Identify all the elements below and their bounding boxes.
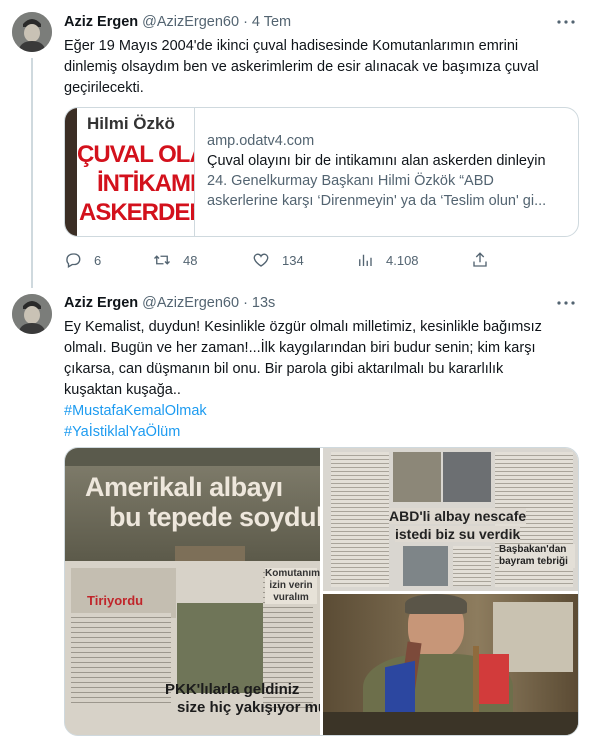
timestamp[interactable]: 4 Tem: [252, 14, 291, 30]
retweet-count: 48: [183, 252, 198, 268]
caption: Tiriyordu: [87, 593, 144, 608]
share-button[interactable]: [471, 251, 489, 269]
card-thumbnail: Hilmi Özkö ÇUVAL OLAY İNTİKAMI ASKERDEN: [65, 108, 195, 236]
hashtag-link[interactable]: #YaİstiklalYaÖlüm: [64, 422, 580, 443]
thumb-text: Hilmi Özkö: [87, 114, 175, 133]
tweet-text-line: olmalı. Bugün ve her zaman!...İlk kaygıl…: [64, 340, 536, 356]
tweet-text-line: Ey Kemalist, duydun! Kesinlikle özgür ol…: [64, 319, 542, 335]
author-name[interactable]: Aziz Ergen: [64, 295, 138, 311]
footer-headline: PKK'lılarla geldiniz: [165, 681, 300, 698]
like-count: 134: [282, 252, 304, 268]
views-count: 4.108: [386, 252, 419, 268]
retweet-icon: [154, 255, 170, 265]
tweet-text-line: kuşaktan kuşağa..: [64, 382, 181, 398]
more-icon[interactable]: [556, 12, 576, 32]
link-card[interactable]: Hilmi Özkö ÇUVAL OLAY İNTİKAMI ASKERDEN …: [64, 107, 579, 237]
thumb-text: ASKERDEN: [79, 199, 195, 226]
side-headline: Başbakan'dan bayram tebriği: [499, 544, 575, 568]
media-image-2[interactable]: ABD'li albay nescafe istedi biz su verdi…: [323, 448, 578, 591]
headline: ABD'li albay nescafe: [389, 508, 527, 524]
tweet-text: Eğer 19 Mayıs 2004'de ikinci çuval hadis…: [64, 36, 580, 99]
like-icon: [253, 253, 269, 267]
views-button[interactable]: 4.108: [356, 251, 419, 269]
thumb-text: İNTİKAMI: [97, 170, 195, 197]
author-handle[interactable]: @AzizErgen60: [142, 295, 239, 311]
views-icon: [359, 254, 372, 266]
reply-icon: [66, 253, 81, 268]
tweet-text-line: Eğer 19 Mayıs 2004'de ikinci çuval hadis…: [64, 38, 519, 54]
more-icon[interactable]: [556, 293, 576, 313]
headline: Amerikalı albayı: [85, 472, 283, 502]
media-image-3[interactable]: [323, 594, 578, 735]
author-name[interactable]: Aziz Ergen: [64, 14, 138, 30]
retweet-button[interactable]: 48: [153, 251, 197, 269]
media-grid: Amerikalı albayı bu tepede soyduk Tiriyo…: [64, 447, 579, 736]
tweet-text-line: dinlemiş olsaydım ben ve askerimlerim de…: [64, 59, 539, 75]
card-description: askerlerine karşı ‘Direnmeyin' ya da ‘Te…: [207, 193, 547, 209]
separator: ·: [243, 14, 248, 30]
card-description: 24. Genelkurmay Başkanı Hilmi Özkök “ABD: [207, 173, 494, 189]
author-handle[interactable]: @AzizErgen60: [142, 14, 239, 30]
hashtag-link[interactable]: #MustafaKemalOlmak: [64, 401, 580, 422]
tweet-header: Aziz Ergen @AzizErgen60 · 13s: [64, 293, 275, 313]
thumb-text: ÇUVAL OLAY: [77, 141, 194, 168]
card-title: Çuval olayını bir de intikamını alan ask…: [207, 153, 546, 169]
reply-button[interactable]: 6: [64, 251, 101, 269]
tweet-text-line: geçirilecekti.: [64, 80, 144, 96]
tweet-1[interactable]: Aziz Ergen @AzizErgen60 · 4 Tem Eğer 19 …: [0, 0, 590, 290]
tweet-2[interactable]: Aziz Ergen @AzizErgen60 · 13s Ey Kemalis…: [0, 290, 590, 741]
like-button[interactable]: 134: [252, 251, 304, 269]
headline: bu tepede soyduk: [109, 502, 320, 532]
reply-count: 6: [94, 252, 102, 268]
tweet-text: Ey Kemalist, duydun! Kesinlikle özgür ol…: [64, 317, 580, 443]
side-box: Komutanım izin verin vuralım: [265, 568, 320, 604]
card-domain: amp.odatv4.com: [207, 133, 315, 149]
timestamp[interactable]: 13s: [252, 295, 275, 311]
tweet-text-line: çıkarsa, can düşmanın bil onu. Bir parol…: [64, 361, 504, 377]
thread-line: [31, 58, 33, 288]
headline: istedi biz su verdik: [395, 526, 521, 542]
share-icon: [473, 252, 487, 267]
tweet-header: Aziz Ergen @AzizErgen60 · 4 Tem: [64, 12, 291, 32]
avatar[interactable]: [12, 294, 52, 334]
avatar[interactable]: [12, 12, 52, 52]
card-body: amp.odatv4.com Çuval olayını bir de inti…: [195, 108, 578, 236]
media-image-1[interactable]: Amerikalı albayı bu tepede soyduk Tiriyo…: [65, 448, 320, 735]
footer-headline: size hiç yakışıyor mu: [177, 699, 320, 716]
separator: ·: [243, 295, 248, 311]
tweet-actions: 6 48 134 4.108: [64, 249, 494, 271]
